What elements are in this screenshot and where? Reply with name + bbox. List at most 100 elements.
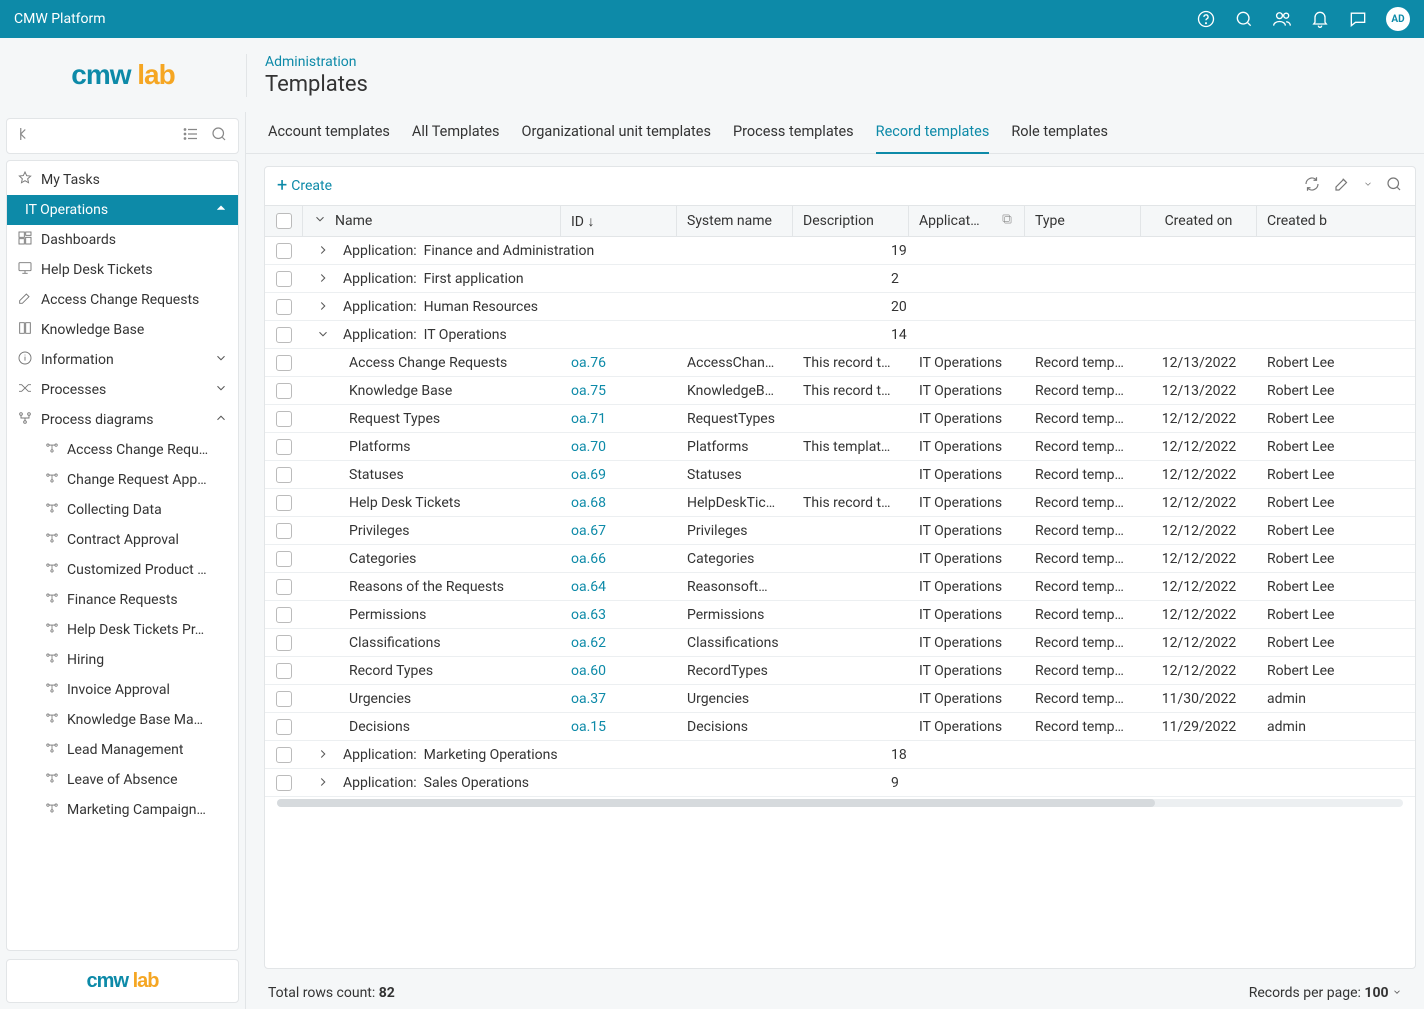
row-checkbox[interactable] [276, 635, 292, 651]
row-checkbox[interactable] [276, 775, 292, 791]
sidebar-sub-item[interactable]: Hiring [7, 645, 238, 675]
footer-logo[interactable]: cmw lab [6, 959, 239, 1003]
row-checkbox[interactable] [276, 551, 292, 567]
col-name[interactable]: Name [303, 206, 561, 236]
row-checkbox[interactable] [276, 719, 292, 735]
sidebar-item-my-tasks[interactable]: My Tasks [7, 165, 238, 195]
copy-icon[interactable] [1000, 212, 1014, 230]
sidebar-sub-item[interactable]: Knowledge Base Ma… [7, 705, 238, 735]
cell-id[interactable]: oa.37 [561, 691, 677, 707]
row-checkbox[interactable] [276, 747, 292, 763]
col-type[interactable]: Type [1025, 206, 1141, 236]
tab-all-templates[interactable]: All Templates [412, 112, 500, 154]
group-row[interactable]: Application: Finance and Administration1… [265, 237, 1415, 265]
table-row[interactable]: Statusesoa.69StatusesIT OperationsRecord… [265, 461, 1415, 489]
group-row[interactable]: Application: Marketing Operations18 [265, 741, 1415, 769]
table-row[interactable]: Privilegesoa.67PrivilegesIT OperationsRe… [265, 517, 1415, 545]
row-checkbox[interactable] [276, 691, 292, 707]
help-icon[interactable] [1196, 9, 1216, 29]
sidebar-item-help-desk-tickets[interactable]: Help Desk Tickets [7, 255, 238, 285]
cell-id[interactable]: oa.64 [561, 579, 677, 595]
tab-process-templates[interactable]: Process templates [733, 112, 854, 154]
tab-record-templates[interactable]: Record templates [876, 112, 990, 154]
row-checkbox[interactable] [276, 411, 292, 427]
refresh-icon[interactable] [1303, 175, 1321, 197]
bell-icon[interactable] [1310, 9, 1330, 29]
group-row[interactable]: Application: IT Operations14 [265, 321, 1415, 349]
table-row[interactable]: Record Typesoa.60RecordTypesIT Operation… [265, 657, 1415, 685]
table-row[interactable]: Access Change Requestsoa.76AccessChan…Th… [265, 349, 1415, 377]
search-icon[interactable] [210, 125, 228, 147]
create-button[interactable]: + Create [277, 177, 332, 195]
sidebar-item-information[interactable]: Information [7, 345, 238, 375]
sidebar-sub-item[interactable]: Contract Approval [7, 525, 238, 555]
cell-id[interactable]: oa.60 [561, 663, 677, 679]
search-icon[interactable] [1234, 9, 1254, 29]
sidebar-sub-item[interactable]: Access Change Requ… [7, 435, 238, 465]
group-row[interactable]: Application: First application2 [265, 265, 1415, 293]
chat-icon[interactable] [1348, 9, 1368, 29]
row-checkbox[interactable] [276, 439, 292, 455]
sidebar-item-processes[interactable]: Processes [7, 375, 238, 405]
cell-id[interactable]: oa.63 [561, 607, 677, 623]
sidebar-sub-item[interactable]: Lead Management [7, 735, 238, 765]
cell-id[interactable]: oa.70 [561, 439, 677, 455]
search-icon[interactable] [1385, 175, 1403, 197]
cell-id[interactable]: oa.15 [561, 719, 677, 735]
row-checkbox[interactable] [276, 271, 292, 287]
row-checkbox[interactable] [276, 355, 292, 371]
col-application[interactable]: Applicat… [909, 206, 1025, 236]
cell-id[interactable]: oa.66 [561, 551, 677, 567]
sidebar-sub-item[interactable]: Leave of Absence [7, 765, 238, 795]
sidebar-sub-item[interactable]: Marketing Campaign… [7, 795, 238, 825]
cell-id[interactable]: oa.71 [561, 411, 677, 427]
cell-id[interactable]: oa.76 [561, 355, 677, 371]
table-row[interactable]: Classificationsoa.62ClassificationsIT Op… [265, 629, 1415, 657]
table-row[interactable]: Request Typesoa.71RequestTypesIT Operati… [265, 405, 1415, 433]
col-id[interactable]: ID ↓ [561, 206, 677, 236]
group-row[interactable]: Application: Human Resources20 [265, 293, 1415, 321]
sidebar-sub-item[interactable]: Help Desk Tickets Pr… [7, 615, 238, 645]
table-row[interactable]: Permissionsoa.63PermissionsIT Operations… [265, 601, 1415, 629]
table-row[interactable]: Decisionsoa.15DecisionsIT OperationsReco… [265, 713, 1415, 741]
breadcrumb[interactable]: Administration [265, 54, 368, 70]
sidebar-item-knowledge-base[interactable]: Knowledge Base [7, 315, 238, 345]
row-checkbox[interactable] [276, 663, 292, 679]
row-checkbox[interactable] [276, 579, 292, 595]
group-row[interactable]: Application: Sales Operations9 [265, 769, 1415, 797]
col-system-name[interactable]: System name [677, 206, 793, 236]
table-row[interactable]: Urgenciesoa.37UrgenciesIT OperationsReco… [265, 685, 1415, 713]
sidebar-sub-item[interactable]: Invoice Approval [7, 675, 238, 705]
col-created-on[interactable]: Created on [1141, 206, 1257, 236]
sidebar-item-access-change-requests[interactable]: Access Change Requests [7, 285, 238, 315]
cell-id[interactable]: oa.67 [561, 523, 677, 539]
horizontal-scrollbar[interactable] [277, 799, 1403, 807]
cell-id[interactable]: oa.62 [561, 635, 677, 651]
sidebar-sub-item[interactable]: Finance Requests [7, 585, 238, 615]
records-per-page[interactable]: Records per page: 100 [1249, 985, 1402, 1001]
sidebar-sub-item[interactable]: Customized Product … [7, 555, 238, 585]
users-icon[interactable] [1272, 9, 1292, 29]
col-description[interactable]: Description [793, 206, 909, 236]
tab-role-templates[interactable]: Role templates [1011, 112, 1108, 154]
row-checkbox[interactable] [276, 299, 292, 315]
logo[interactable]: cmw lab [0, 59, 246, 91]
row-checkbox[interactable] [276, 383, 292, 399]
cell-id[interactable]: oa.75 [561, 383, 677, 399]
cell-id[interactable]: oa.68 [561, 495, 677, 511]
sidebar-sub-item[interactable]: Change Request App… [7, 465, 238, 495]
table-row[interactable]: Reasons of the Requestsoa.64Reasonsoft…I… [265, 573, 1415, 601]
table-row[interactable]: Categoriesoa.66CategoriesIT OperationsRe… [265, 545, 1415, 573]
avatar[interactable]: AD [1386, 7, 1410, 31]
row-checkbox[interactable] [276, 467, 292, 483]
edit-icon[interactable] [1333, 175, 1351, 197]
chevron-down-icon[interactable] [1363, 175, 1373, 197]
row-checkbox[interactable] [276, 495, 292, 511]
row-checkbox[interactable] [276, 523, 292, 539]
tab-organizational-unit-templates[interactable]: Organizational unit templates [522, 112, 711, 154]
row-checkbox[interactable] [276, 243, 292, 259]
row-checkbox[interactable] [276, 327, 292, 343]
table-row[interactable]: Knowledge Baseoa.75KnowledgeB…This recor… [265, 377, 1415, 405]
tab-account-templates[interactable]: Account templates [268, 112, 390, 154]
sidebar-item-it-operations[interactable]: IT Operations [7, 195, 238, 225]
